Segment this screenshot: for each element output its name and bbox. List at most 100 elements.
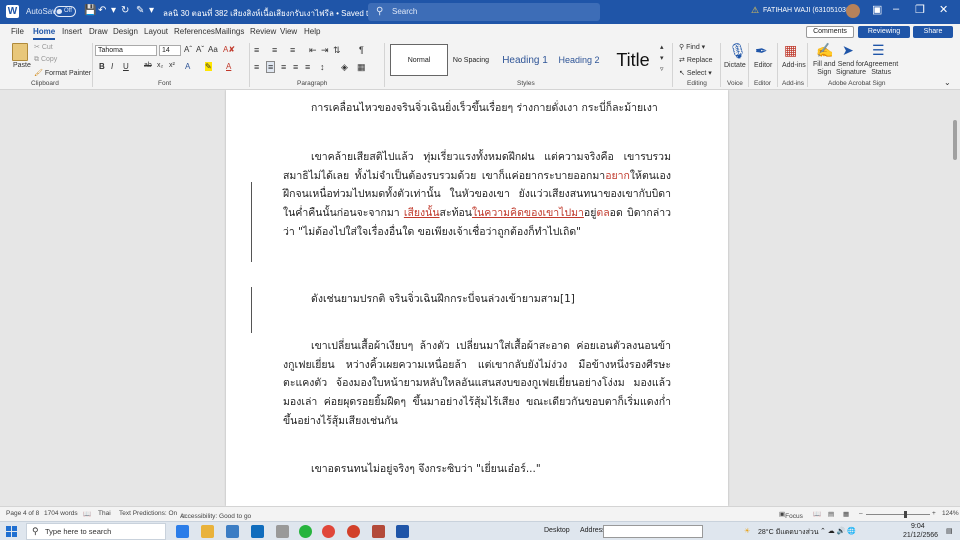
tracked-insertion[interactable]: ตล xyxy=(596,207,609,219)
editor-button[interactable]: Editor xyxy=(754,62,772,69)
strikethrough-icon[interactable]: ab xyxy=(144,62,152,69)
web-layout-icon[interactable]: ▦ xyxy=(843,510,849,518)
chrome-app-icon[interactable] xyxy=(322,525,335,538)
shading-icon[interactable]: ◈ xyxy=(341,62,348,73)
borders-icon[interactable]: ▦ xyxy=(357,62,366,73)
paragraph-2[interactable]: เขาคล้ายเสียสติไปแล้ว ทุ่มเรี่ยวแรงทั้งห… xyxy=(283,148,671,242)
reviewing-button[interactable]: Reviewing xyxy=(858,26,910,38)
styles-scroll-down-icon[interactable]: ▾ xyxy=(660,54,664,62)
autosave-toggle[interactable]: Off xyxy=(54,6,76,17)
tracked-insertion[interactable]: เสียงนั้น xyxy=(404,207,440,219)
tab-review[interactable]: Review xyxy=(250,27,276,36)
style-normal[interactable]: Normal xyxy=(390,44,448,76)
text-effects-icon[interactable]: A xyxy=(185,62,190,71)
zoom-level[interactable]: 124% xyxy=(942,510,959,517)
draw-icon[interactable]: ✎ xyxy=(136,5,144,16)
find-button[interactable]: ⚲ Find ▾ xyxy=(679,43,705,51)
show-formatting-icon[interactable]: ¶ xyxy=(359,45,364,55)
app-icon[interactable] xyxy=(276,525,289,538)
editor-pen-icon[interactable]: ✒ xyxy=(755,42,768,60)
desktop-toolbar-label[interactable]: Desktop xyxy=(544,527,570,534)
chrome-profile-icon[interactable] xyxy=(347,525,360,538)
tab-design[interactable]: Design xyxy=(113,27,138,36)
format-painter-button[interactable]: 🖌 Format Painter xyxy=(34,69,91,77)
print-layout-icon[interactable]: ▤ xyxy=(828,510,834,518)
tab-home[interactable]: Home xyxy=(33,27,56,40)
clock-date[interactable]: 21/12/2566 xyxy=(903,532,938,539)
paragraph-3[interactable]: ดังเช่นยามปรกติ จรินจิ่วเฉินฝึกกระบี่จนล… xyxy=(283,290,671,309)
copy-button[interactable]: ⧉ Copy xyxy=(34,56,57,64)
bold-icon[interactable]: B xyxy=(99,62,105,71)
grow-font-icon[interactable]: Aˆ xyxy=(184,45,192,54)
fill-sign-icon[interactable]: ✍ xyxy=(816,42,833,59)
paste-icon[interactable] xyxy=(12,43,28,61)
clock-time[interactable]: 9:04 xyxy=(911,523,925,530)
page-count[interactable]: Page 4 of 8 xyxy=(6,510,39,517)
font-color-icon[interactable]: A xyxy=(226,62,231,71)
paragraph-1[interactable]: การเคลื่อนไหวของจรินจิ่วเฉินยิ่งเร็วขึ้น… xyxy=(283,99,671,118)
system-tray-icons[interactable]: ⌃ ☁ 🔊 🌐 xyxy=(820,527,856,535)
text-predictions-status[interactable]: Text Predictions: On xyxy=(119,510,177,517)
windows-start-icon[interactable] xyxy=(6,526,17,537)
tab-view[interactable]: View xyxy=(280,27,297,36)
align-right-icon[interactable]: ≡ xyxy=(281,62,286,72)
search-box[interactable]: ⚲ Search xyxy=(368,3,600,21)
replace-button[interactable]: ⇄ Replace xyxy=(679,56,713,64)
tab-mailings[interactable]: Mailings xyxy=(215,27,244,36)
addins-button[interactable]: Add-ins xyxy=(782,62,806,69)
thai-distributed-icon[interactable]: ≡ xyxy=(305,62,310,72)
weather-icon[interactable]: ☀ xyxy=(744,527,750,535)
read-mode-icon[interactable]: 📖 xyxy=(813,510,821,518)
font-name-select[interactable]: Tahoma xyxy=(95,45,157,56)
numbering-icon[interactable]: ≡ xyxy=(272,45,277,55)
file-explorer-icon[interactable] xyxy=(201,525,214,538)
line-spacing-icon[interactable]: ↕ xyxy=(320,62,325,72)
change-case-icon[interactable]: Aa xyxy=(208,45,218,54)
paragraph-4[interactable]: เขาเปลี่ยนเสื้อผ้าเงียบๆ ล้างตัว เปลี่ยน… xyxy=(283,337,671,431)
tab-file[interactable]: File xyxy=(11,27,24,36)
cut-button[interactable]: ✂ Cut xyxy=(34,43,53,51)
undo-icon[interactable]: ↶ xyxy=(98,5,106,16)
increase-indent-icon[interactable]: ⇥ xyxy=(321,45,329,56)
tab-layout[interactable]: Layout xyxy=(144,27,168,36)
clear-formatting-icon[interactable]: A✘ xyxy=(223,45,235,54)
zoom-out-icon[interactable]: – xyxy=(859,510,863,517)
address-input[interactable] xyxy=(603,525,703,538)
agreement-status-icon[interactable]: ☰ xyxy=(872,42,885,59)
tracked-insertion[interactable]: อยาก xyxy=(605,170,630,182)
decrease-indent-icon[interactable]: ⇤ xyxy=(309,45,317,56)
italic-icon[interactable]: I xyxy=(111,62,113,71)
close-icon[interactable]: ✕ xyxy=(939,3,948,16)
microphone-icon[interactable]: 🎙 xyxy=(728,42,747,60)
ribbon-display-icon[interactable]: ▣ xyxy=(872,3,882,16)
select-button[interactable]: ↖ Select ▾ xyxy=(679,69,712,77)
styles-more-icon[interactable]: ▿ xyxy=(660,65,664,73)
justify-icon[interactable]: ≡ xyxy=(293,62,298,72)
restore-icon[interactable]: ❐ xyxy=(915,3,925,16)
underline-icon[interactable]: U xyxy=(123,62,129,71)
highlight-icon[interactable]: ✎ xyxy=(205,62,212,71)
scrollbar-thumb[interactable] xyxy=(953,120,957,160)
style-no-spacing[interactable]: No Spacing xyxy=(442,44,500,76)
collapse-ribbon-icon[interactable]: ⌄ xyxy=(944,78,951,87)
tab-draw[interactable]: Draw xyxy=(89,27,108,36)
taskbar-search[interactable]: ⚲ Type here to search xyxy=(26,523,166,540)
dictate-button[interactable]: Dictate xyxy=(724,62,746,69)
app-icon[interactable] xyxy=(372,525,385,538)
weather-text[interactable]: 28°C มีแดดบางส่วน xyxy=(758,527,819,538)
comments-button[interactable]: Comments xyxy=(806,26,854,38)
style-heading-2[interactable]: Heading 2 xyxy=(550,44,608,76)
paragraph-5[interactable]: เขาอดรนทนไม่อยู่จริงๆ จึงกระซิบว่า "เยี่… xyxy=(283,460,671,479)
font-size-select[interactable]: 14 xyxy=(159,45,181,56)
language-indicator[interactable]: Thai xyxy=(98,510,111,517)
avatar[interactable] xyxy=(846,4,860,18)
notifications-icon[interactable]: ▤ xyxy=(946,527,953,535)
customize-quick-access-icon[interactable]: ▾ xyxy=(149,5,154,16)
zoom-slider[interactable] xyxy=(866,514,930,515)
agreement-status-button[interactable]: Agreement Status xyxy=(864,61,898,77)
style-title[interactable]: Title xyxy=(604,44,662,76)
send-for-signature-button[interactable]: Send for Signature xyxy=(836,61,866,77)
tab-insert[interactable]: Insert xyxy=(62,27,82,36)
tab-help[interactable]: Help xyxy=(304,27,320,36)
style-heading-1[interactable]: Heading 1 xyxy=(496,44,554,76)
